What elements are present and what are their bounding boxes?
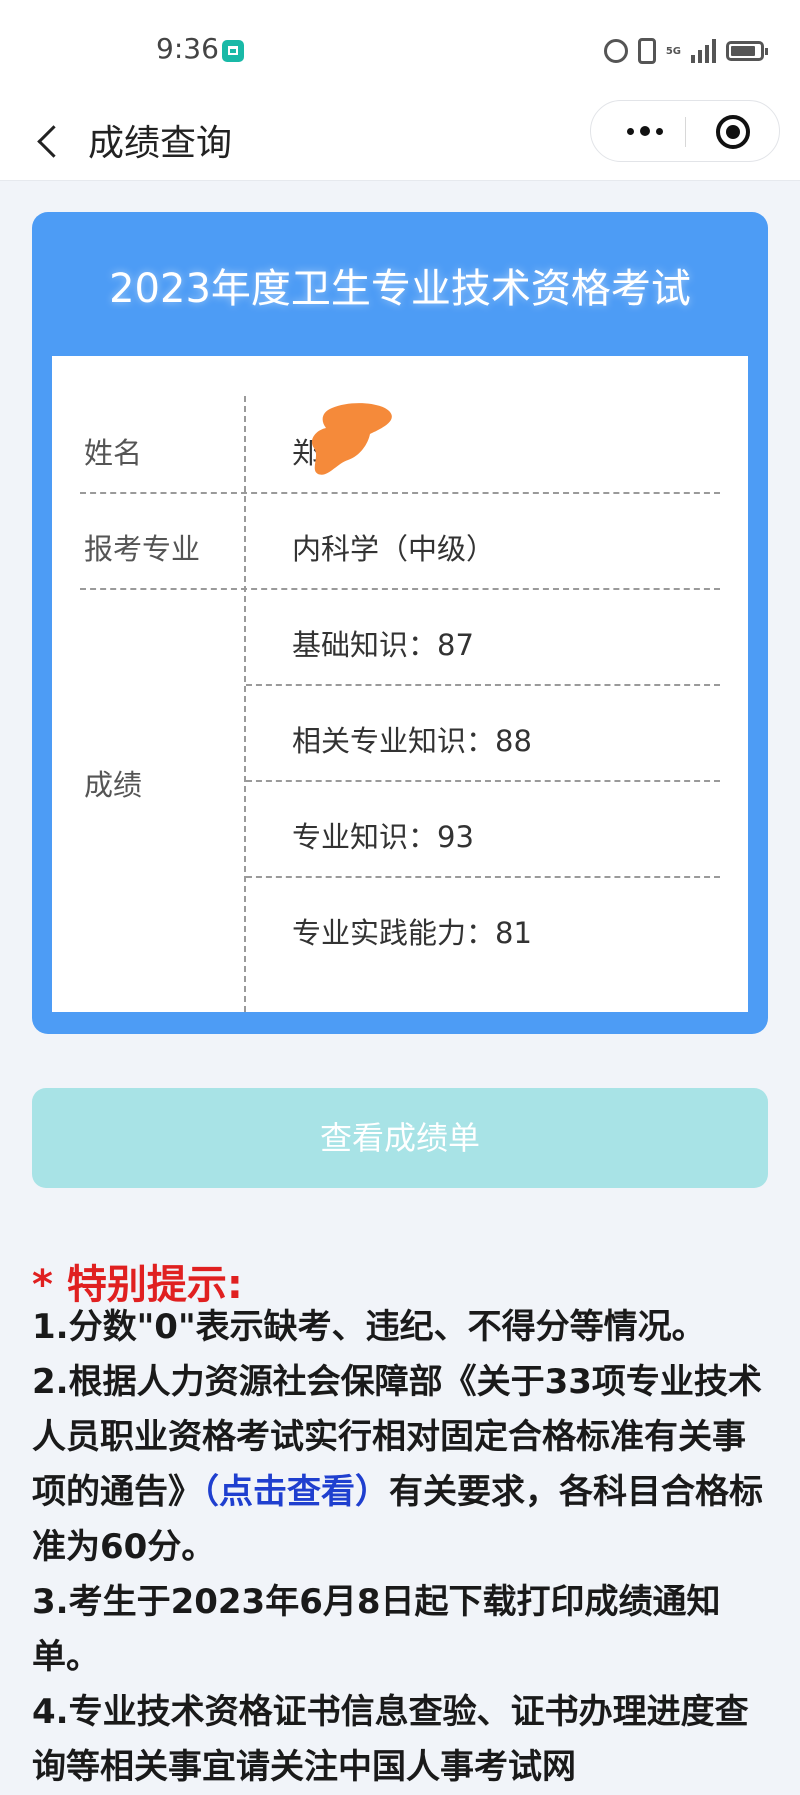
- target-close-icon[interactable]: [713, 112, 753, 152]
- page-title: 成绩查询: [88, 123, 233, 164]
- signal-icon: [691, 39, 716, 63]
- chevron-left-icon[interactable]: [34, 120, 70, 160]
- result-table: 姓名 郑 报考专业 内科学（中级） 成绩 基础知识：87 相关专业知识：88 专…: [52, 356, 748, 1012]
- major-label: 报考专业: [84, 532, 201, 566]
- major-value: 内科学（中级）: [292, 532, 496, 566]
- view-notice-link[interactable]: （点击查看）: [202, 1472, 389, 1512]
- vibrate-icon: [637, 38, 656, 64]
- status-time: 9:36: [156, 32, 219, 65]
- score-label: 成绩: [84, 768, 143, 802]
- redaction-mark: [311, 403, 392, 475]
- battery-icon: [726, 41, 768, 61]
- more-dots-icon[interactable]: [609, 109, 681, 153]
- result-card: 2023年度卫生专业技术资格考试 姓名 郑 报考专业 内科学（中级） 成绩 基础…: [32, 212, 768, 1034]
- app-badge-icon: [222, 40, 244, 62]
- row-divider: [246, 876, 720, 878]
- notice-item-3: 3.考生于2023年6月8日起下载打印成绩通知单。: [32, 1582, 721, 1677]
- status-bar: 9:36 5G: [0, 0, 800, 100]
- score-related: 相关专业知识：88: [292, 724, 532, 758]
- notice-item-4: 4.专业技术资格证书信息查验、证书办理进度查询等相关事宜请关注中国人事考试网: [32, 1692, 749, 1787]
- score-basic: 基础知识：87: [292, 628, 474, 662]
- mini-program-capsule: [590, 100, 780, 162]
- row-divider: [80, 588, 720, 590]
- view-score-sheet-button[interactable]: 查看成绩单: [32, 1088, 768, 1188]
- alarm-icon: [603, 39, 628, 63]
- column-divider: [244, 396, 246, 1012]
- network-type: 5G: [665, 45, 681, 57]
- name-label: 姓名: [84, 436, 143, 470]
- status-icons: 5G: [603, 34, 768, 68]
- row-divider: [246, 684, 720, 686]
- row-divider: [246, 780, 720, 782]
- score-professional: 专业知识：93: [292, 820, 474, 854]
- capsule-divider: [685, 117, 686, 147]
- notice-body: 1.分数"0"表示缺考、违纪、不得分等情况。 2.根据人力资源社会保障部《关于3…: [32, 1300, 772, 1795]
- exam-title: 2023年度卫生专业技术资格考试: [109, 266, 691, 312]
- notice-item-1: 1.分数"0"表示缺考、违纪、不得分等情况。: [32, 1307, 706, 1347]
- notice-item-2: 2.根据人力资源社会保障部《关于33项专业技术人员职业资格考试实行相对固定合格标…: [32, 1355, 772, 1575]
- row-divider: [80, 492, 720, 494]
- score-practice: 专业实践能力：81: [292, 916, 532, 950]
